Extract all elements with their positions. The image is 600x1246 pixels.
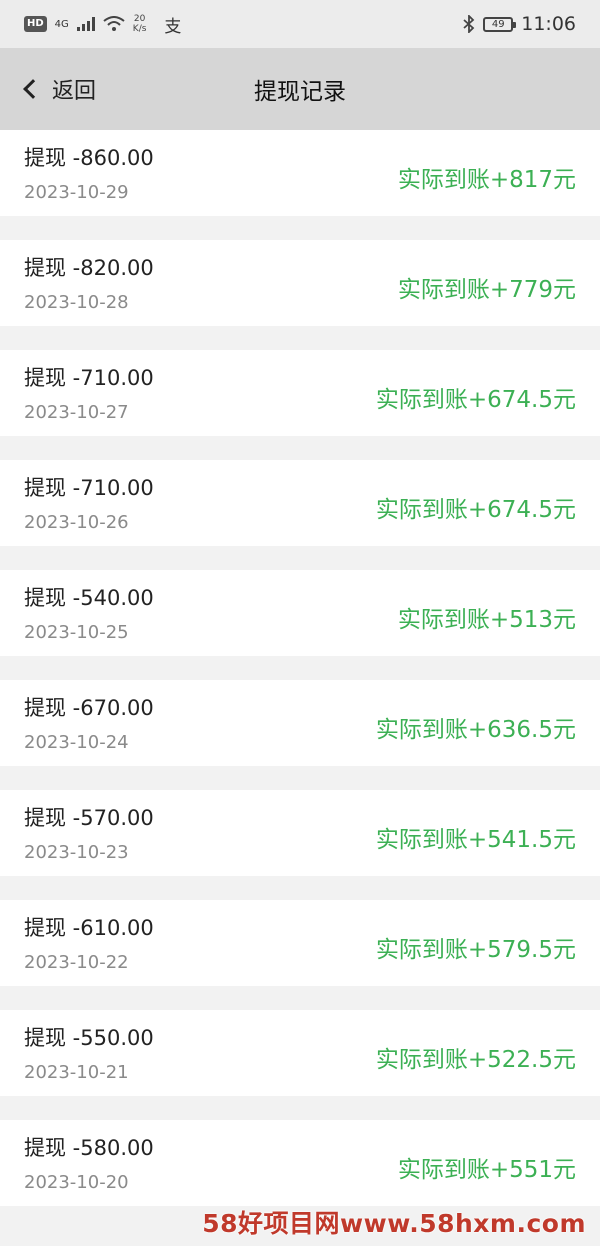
speed-unit: K/s (132, 24, 147, 34)
status-right: 49 11:06 (463, 13, 576, 35)
record-amount: 实际到账+674.5元 (375, 387, 576, 413)
list-item[interactable]: 提现 -550.00 2023-10-21 实际到账+522.5元 (0, 1010, 600, 1096)
list-item[interactable]: 提现 -540.00 2023-10-25 实际到账+513元 (0, 570, 600, 656)
record-title: 提现 -550.00 (24, 1026, 154, 1050)
list-item[interactable]: 提现 -820.00 2023-10-28 实际到账+779元 (0, 240, 600, 326)
nav-bar: 返回 提现记录 (0, 48, 600, 130)
list-item[interactable]: 提现 -710.00 2023-10-26 实际到账+674.5元 (0, 460, 600, 546)
record-amount: 实际到账+817元 (397, 167, 576, 193)
battery-level: 49 (491, 18, 505, 30)
record-date: 2023-10-24 (24, 732, 129, 753)
record-date: 2023-10-28 (24, 292, 129, 313)
status-bar: HD 4G 20 K/s 支 49 11:06 (0, 0, 600, 48)
record-date: 2023-10-29 (24, 182, 129, 203)
network-label: 4G (54, 18, 69, 30)
signal-icon (76, 17, 95, 31)
back-button[interactable]: 返回 (0, 48, 96, 130)
clock: 11:06 (521, 13, 576, 35)
record-date: 2023-10-27 (24, 402, 129, 423)
bluetooth-icon (463, 15, 475, 33)
list-item[interactable]: 提现 -860.00 2023-10-29 实际到账+817元 (0, 130, 600, 216)
record-amount: 实际到账+522.5元 (375, 1047, 576, 1073)
speed-indicator: 20 K/s (133, 14, 147, 34)
record-title: 提现 -860.00 (24, 146, 154, 170)
record-date: 2023-10-21 (24, 1062, 129, 1083)
record-date: 2023-10-23 (24, 842, 129, 863)
list-item[interactable]: 提现 -610.00 2023-10-22 实际到账+579.5元 (0, 900, 600, 986)
speed-value: 20 (133, 14, 146, 24)
wifi-icon (103, 16, 125, 31)
record-title: 提现 -580.00 (24, 1136, 154, 1160)
record-title: 提现 -570.00 (24, 806, 154, 830)
record-amount: 实际到账+779元 (397, 277, 576, 303)
record-title: 提现 -710.00 (24, 476, 154, 500)
status-left: HD 4G 20 K/s 支 (24, 12, 181, 37)
record-date: 2023-10-25 (24, 622, 129, 643)
record-amount: 实际到账+674.5元 (375, 497, 576, 523)
list-item[interactable]: 提现 -670.00 2023-10-24 实际到账+636.5元 (0, 680, 600, 766)
chevron-left-icon (23, 79, 43, 99)
record-title: 提现 -710.00 (24, 366, 154, 390)
record-title: 提现 -610.00 (24, 916, 154, 940)
battery-icon: 49 (483, 16, 517, 32)
record-amount: 实际到账+636.5元 (375, 717, 576, 743)
record-date: 2023-10-22 (24, 952, 129, 973)
record-amount: 实际到账+513元 (397, 607, 576, 633)
record-date: 2023-10-20 (24, 1172, 129, 1193)
list-item[interactable]: 提现 -570.00 2023-10-23 实际到账+541.5元 (0, 790, 600, 876)
withdrawal-record-list: 提现 -860.00 2023-10-29 实际到账+817元提现 -820.00 2… (0, 130, 600, 1230)
list-item[interactable]: 提现 -710.00 2023-10-27 实际到账+674.5元 (0, 350, 600, 436)
record-amount: 实际到账+551元 (397, 1157, 576, 1183)
record-title: 提现 -540.00 (24, 586, 154, 610)
record-title: 提现 -670.00 (24, 696, 154, 720)
record-amount: 实际到账+579.5元 (375, 937, 576, 963)
record-title: 提现 -820.00 (24, 256, 154, 280)
list-item[interactable]: 提现 -580.00 2023-10-20 实际到账+551元 (0, 1120, 600, 1206)
alipay-icon: 支 (164, 16, 182, 37)
hd-badge: HD (24, 16, 47, 32)
back-label: 返回 (52, 79, 97, 104)
record-amount: 实际到账+541.5元 (375, 827, 576, 853)
watermark: 58好项目网www.58hxm.com (202, 1209, 586, 1238)
record-date: 2023-10-26 (24, 512, 129, 533)
